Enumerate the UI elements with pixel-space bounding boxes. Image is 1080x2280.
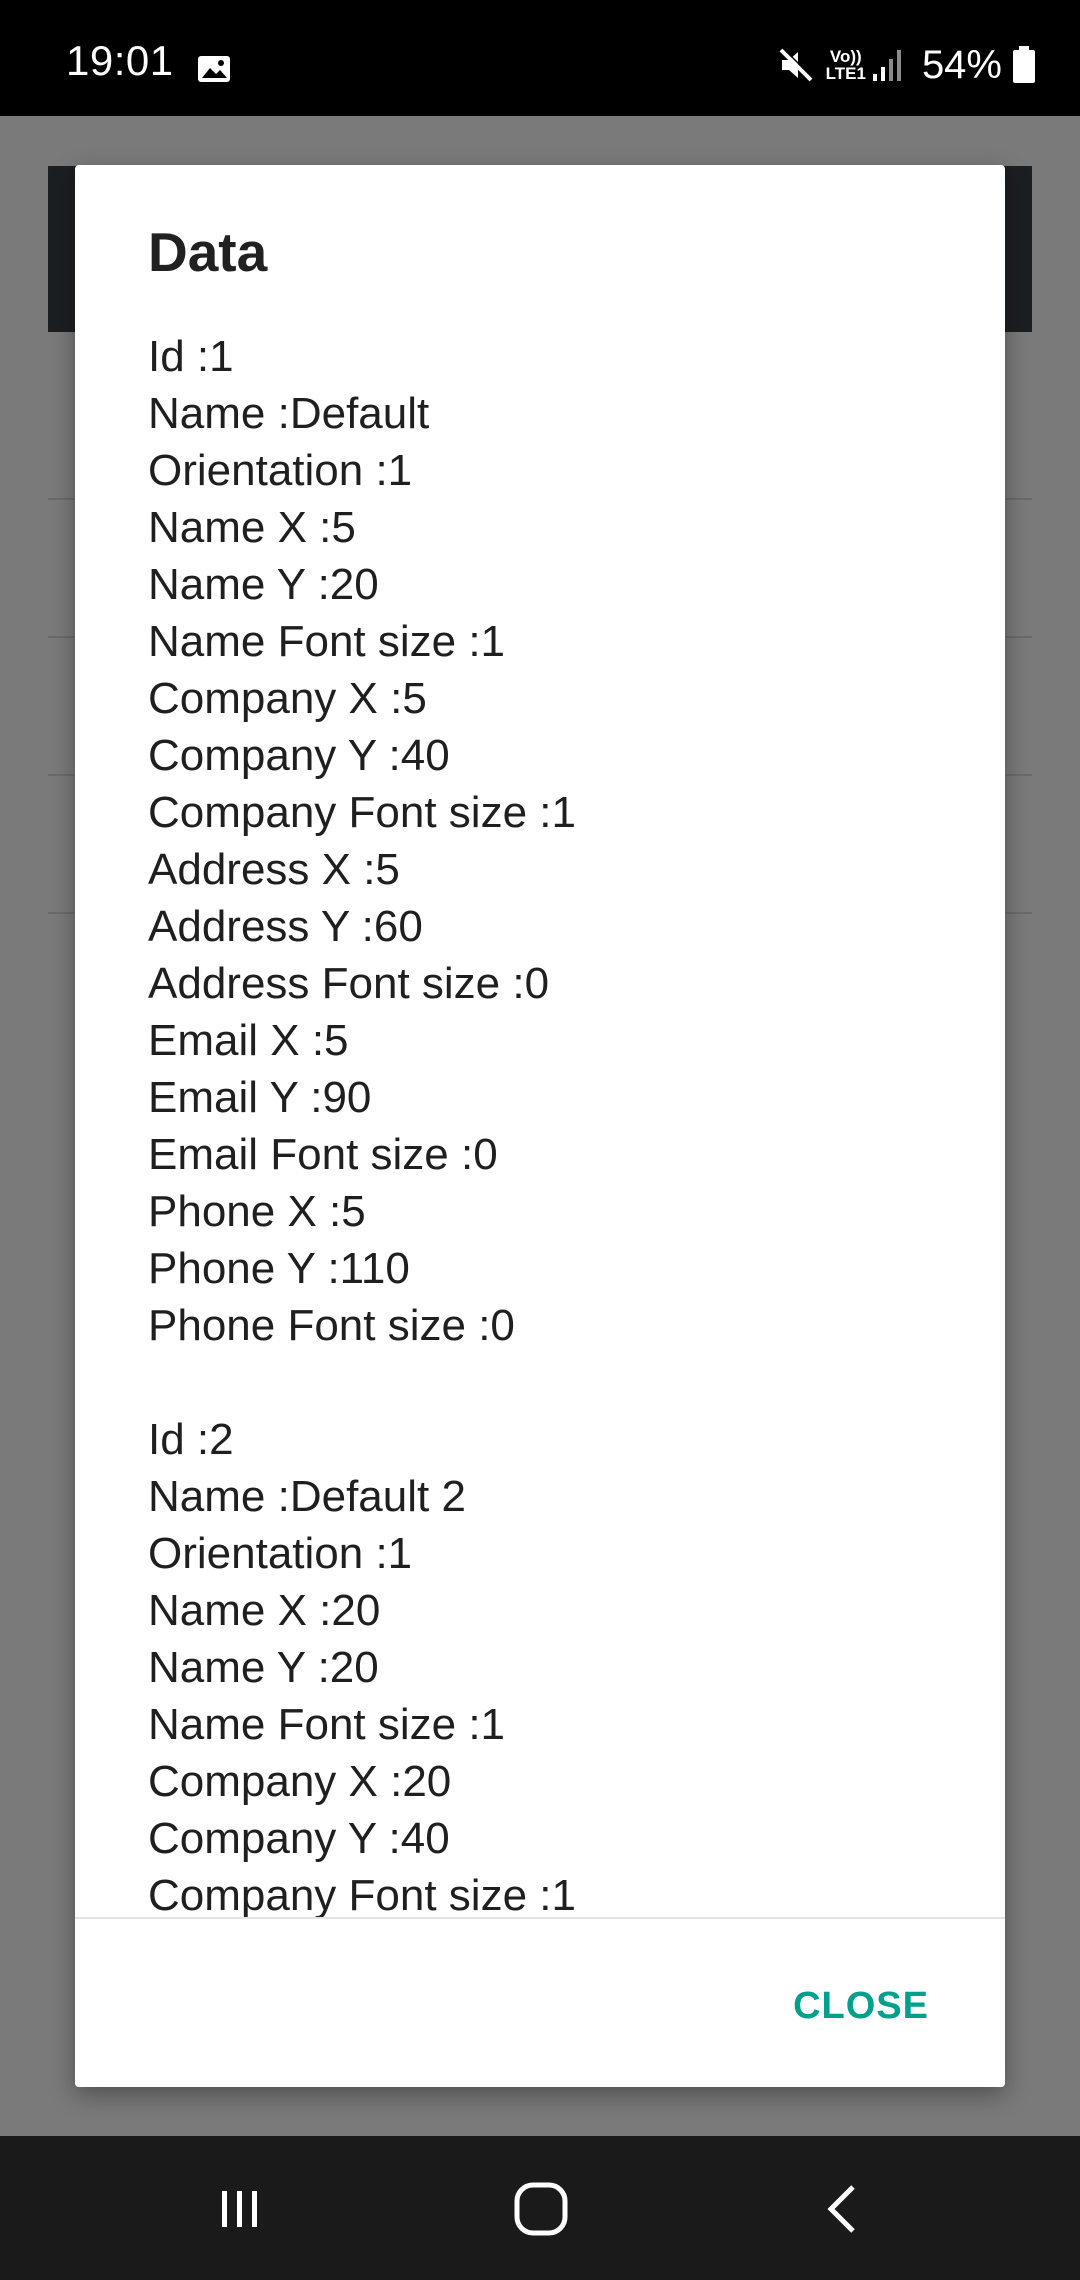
- back-icon: [827, 2185, 855, 2233]
- record-field-line: Name X :5: [148, 503, 356, 552]
- mute-icon: [779, 47, 814, 82]
- record-field-line: Email Y :90: [148, 1073, 372, 1122]
- volte-indicator: Vo)) LTE1: [826, 48, 866, 82]
- record-field-line: Email Font size :0: [148, 1130, 498, 1179]
- record-field-line: Name :Default: [148, 389, 430, 438]
- record-field-line: Phone Y :110: [148, 1244, 410, 1293]
- battery-percentage: 54%: [921, 43, 1002, 87]
- record-field-line: Orientation :1: [148, 1529, 413, 1578]
- record-field-line: Name :Default 2: [148, 1472, 466, 1521]
- home-icon: [514, 2182, 568, 2236]
- record-field-line: Address Font size :0: [148, 959, 550, 1008]
- record-field-line: Name X :20: [148, 1586, 381, 1635]
- close-button[interactable]: CLOSE: [789, 1977, 933, 2036]
- record-field-line: Orientation :1: [148, 446, 413, 495]
- record-field-line: Phone Font size :0: [148, 1301, 515, 1350]
- status-time: 19:01: [66, 37, 174, 84]
- record-field-line: Company Font size :1: [148, 788, 576, 837]
- record-field-line: Name Y :20: [148, 560, 379, 609]
- record-field-line: Id :1: [148, 332, 234, 381]
- record-field-line: Company X :20: [148, 1757, 452, 1806]
- record-field-line: Email X :5: [148, 1016, 349, 1065]
- data-record: Id :2 Name :Default 2 Orientation :1 Name X…: [148, 1411, 968, 1924]
- status-right-group: Vo)) LTE1 54%: [776, 44, 1036, 86]
- dialog-footer: CLOSE: [75, 1917, 1005, 2087]
- record-field-line: Name Font size :1: [148, 617, 506, 666]
- recent-apps-button[interactable]: [195, 2164, 285, 2254]
- record-field-line: Company X :5: [148, 674, 427, 723]
- record-field-line: Phone X :5: [148, 1187, 366, 1236]
- dialog-content[interactable]: Id :1 Name :Default Orientation :1 Name X :…: [148, 328, 968, 2078]
- back-button[interactable]: [800, 2164, 890, 2254]
- battery-icon: [1013, 46, 1035, 83]
- record-field-line: Address Y :60: [148, 902, 423, 951]
- dialog-title: Data: [148, 221, 268, 283]
- home-button[interactable]: [496, 2164, 586, 2254]
- data-dialog: Data Id :1 Name :Default Orientation :1 Nam…: [75, 165, 1005, 2087]
- status-bar: 19:01 Vo)) LTE1 54%: [0, 0, 1080, 116]
- record-field-line: Company Y :40: [148, 1814, 450, 1863]
- volte-label: Vo)): [829, 47, 862, 66]
- record-field-line: Company Y :40: [148, 731, 450, 780]
- recent-apps-icon: [222, 2191, 257, 2227]
- data-record: Id :1 Name :Default Orientation :1 Name X :…: [148, 328, 968, 1354]
- lte-label: LTE1: [825, 64, 866, 83]
- record-field-line: Address X :5: [148, 845, 400, 894]
- record-field-line: Company Font size :1: [148, 1871, 576, 1920]
- record-field-line: Name Font size :1: [148, 1700, 506, 1749]
- record-field-line: Name Y :20: [148, 1643, 379, 1692]
- signal-icon: [872, 50, 901, 81]
- gallery-icon: [198, 56, 230, 82]
- record-field-line: Id :2: [148, 1415, 234, 1464]
- navigation-bar: [0, 2136, 1080, 2280]
